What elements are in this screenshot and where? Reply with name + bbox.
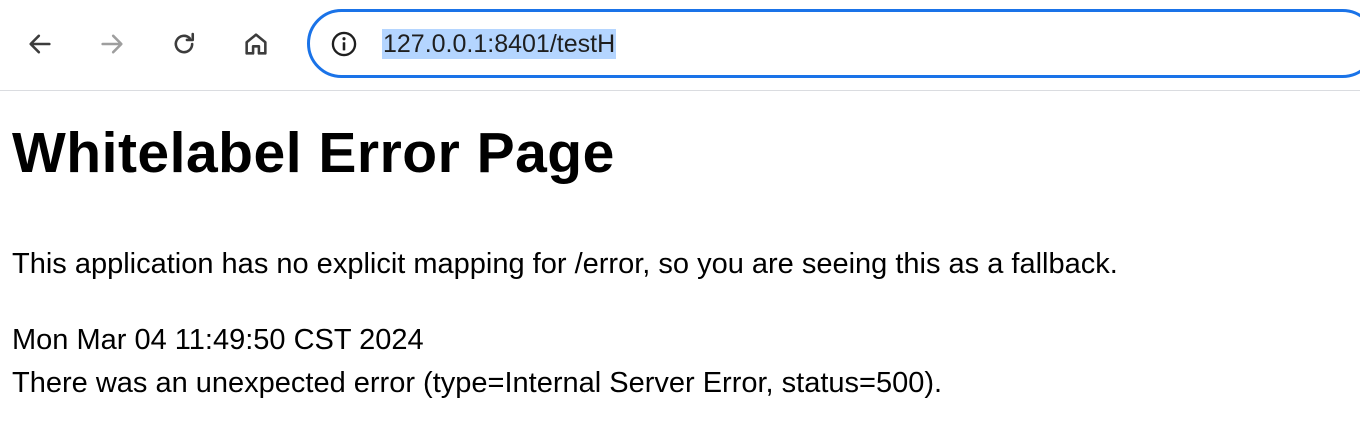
home-icon [245,33,267,55]
back-button[interactable] [20,24,60,64]
reload-icon [174,32,195,54]
info-circle-icon[interactable] [330,30,358,58]
home-button[interactable] [236,24,276,64]
arrow-right-icon [101,34,123,54]
forward-button[interactable] [92,24,132,64]
error-page-content: Whitelabel Error Page This application h… [12,118,1342,401]
error-message: This application has no explicit mapping… [12,248,1118,280]
error-detail: There was an unexpected error (type=Inte… [12,367,943,399]
arrow-left-icon [29,34,51,54]
page-title: Whitelabel Error Page [12,121,615,185]
address-bar[interactable]: 127.0.0.1:8401/testH [307,9,1360,78]
browser-toolbar: 127.0.0.1:8401/testH [0,0,1360,91]
url-text[interactable]: 127.0.0.1:8401/testH [382,29,617,59]
error-timestamp: Mon Mar 04 11:49:50 CST 2024 [12,324,424,356]
reload-button[interactable] [164,24,204,64]
